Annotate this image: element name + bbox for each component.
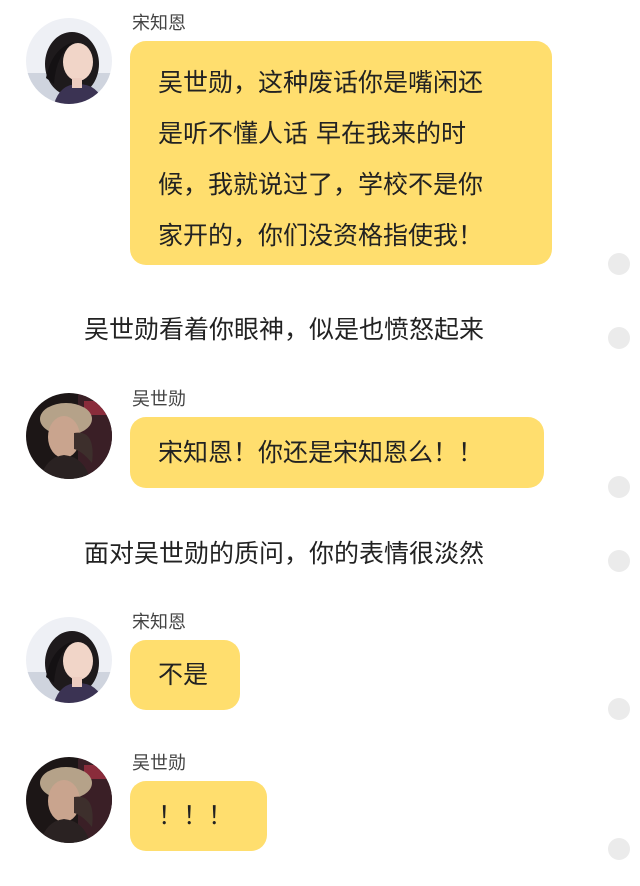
message-bubble[interactable]: 吴世勋，这种废话你是嘴闲还 是听不懂人话 早在我来的时 候，我就说过了，学校不是…: [130, 41, 552, 265]
avatar-songzhien[interactable]: [26, 617, 112, 703]
scroll-indicator-dot: [608, 253, 630, 275]
message-line: 不是: [158, 660, 209, 689]
message-line: 候，我就说过了，学校不是你: [158, 170, 484, 199]
sender-name: 吴世勋: [132, 389, 186, 410]
female-avatar-image: [26, 18, 112, 104]
male-avatar-image: [26, 393, 112, 479]
male-avatar-image: [26, 757, 112, 843]
scroll-indicator-dot: [608, 550, 630, 572]
message-bubble[interactable]: 宋知恩！你还是宋知恩么！！: [130, 417, 544, 488]
female-avatar-image: [26, 617, 112, 703]
narration-text: 面对吴世勋的质问，你的表情很淡然: [84, 539, 485, 568]
avatar-wushixun[interactable]: [26, 393, 112, 479]
message-line: 吴世勋，这种废话你是嘴闲还: [158, 68, 484, 97]
message-bubble[interactable]: 不是: [130, 640, 240, 710]
sender-name: 宋知恩: [132, 612, 186, 633]
narration-text: 吴世勋看着你眼神，似是也愤怒起来: [84, 315, 485, 344]
message-line: ！！！: [158, 801, 234, 830]
sender-name: 宋知恩: [132, 13, 186, 34]
avatar-wushixun[interactable]: [26, 757, 112, 843]
message-line: 家开的，你们没资格指使我！: [158, 221, 484, 250]
message-bubble[interactable]: ！！！: [130, 781, 267, 851]
scroll-indicator-dot: [608, 327, 630, 349]
scroll-indicator-dot: [608, 698, 630, 720]
message-line: 是听不懂人话 早在我来的时: [158, 119, 466, 148]
message-line: 宋知恩！你还是宋知恩么！！: [158, 438, 484, 467]
sender-name: 吴世勋: [132, 753, 186, 774]
scroll-indicator-dot: [608, 838, 630, 860]
avatar-songzhien[interactable]: [26, 18, 112, 104]
scroll-indicator-dot: [608, 476, 630, 498]
